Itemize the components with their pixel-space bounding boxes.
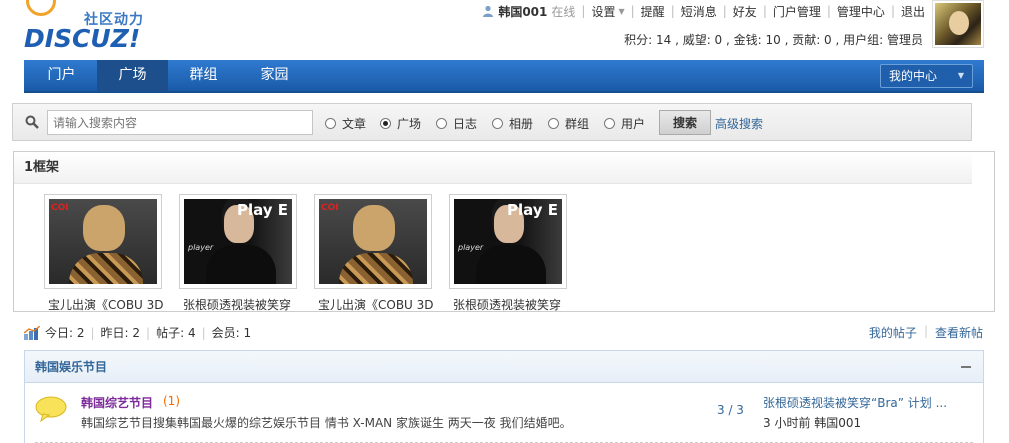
photo-image: COI	[49, 199, 157, 284]
radio-button[interactable]	[604, 118, 615, 129]
frame-caption[interactable]: 张根硕透视装被笑穿	[183, 296, 313, 313]
stat-members: 会员: 1	[211, 326, 252, 340]
quick-links: 我的帖子 | 查看新帖	[868, 324, 983, 341]
search-bar: 文章 广场 日志 相册 群组 用户 搜索 高级搜索	[12, 103, 972, 141]
avatar-image	[935, 3, 981, 45]
logo-text: DISCUZ!	[24, 24, 141, 53]
category-header: 韩国娱乐节目	[25, 351, 983, 383]
stat-posts: 帖子: 4	[156, 326, 196, 340]
last-post-meta[interactable]: 3 小时前 韩国001	[763, 414, 861, 431]
search-option-blog[interactable]: 日志	[436, 115, 477, 132]
reminder-link[interactable]: 提醒	[641, 3, 665, 20]
tab-portal[interactable]: 门户	[26, 60, 97, 91]
radio-button-selected[interactable]	[380, 118, 391, 129]
my-posts-link[interactable]: 我的帖子	[869, 324, 917, 341]
search-option-user[interactable]: 用户	[604, 115, 645, 132]
search-option-group[interactable]: 群组	[548, 115, 589, 132]
logo-bubble-icon	[26, 0, 56, 16]
frame-thumbnail[interactable]: Play Eplayer	[449, 194, 567, 289]
user-credits[interactable]: 积分: 14 , 威望: 0 , 金钱: 10 , 贡献: 0 , 用户组: 管…	[624, 31, 923, 48]
photo-image: Play Eplayer	[184, 199, 292, 284]
photo-image: COI	[319, 199, 427, 284]
forum-description: 韩国综艺节目搜集韩国最火爆的综艺娱乐节目 情书 X-MAN 家族诞生 两天一夜 …	[81, 416, 572, 430]
frame-caption[interactable]: 宝儿出演《COBU 3D	[318, 296, 448, 313]
frame-thumbnail[interactable]: COI	[314, 194, 432, 289]
messages-link[interactable]: 短消息	[681, 3, 717, 20]
search-option-album[interactable]: 相册	[492, 115, 533, 132]
my-center-label: 我的中心	[889, 69, 938, 83]
radio-button[interactable]	[492, 118, 503, 129]
forum-name-link[interactable]: 韩国综艺节目	[81, 394, 153, 411]
frame-thumbnail[interactable]: COI	[44, 194, 162, 289]
forum-row: 韩国综艺节目 (1) 韩国综艺节目搜集韩国最火爆的综艺娱乐节目 情书 X-MAN…	[25, 383, 983, 443]
stat-today: 今日: 2	[45, 326, 85, 340]
logout-link[interactable]: 退出	[901, 3, 925, 20]
new-posts-link[interactable]: 查看新帖	[935, 324, 983, 341]
frame-block: 1框架 COI 宝儿出演《COBU 3D Play Eplayer 张根硕透视装…	[13, 151, 995, 312]
speech-bubble-icon	[35, 396, 67, 422]
frame-caption[interactable]: 宝儿出演《COBU 3D	[48, 296, 178, 313]
my-center-dropdown[interactable]: 我的中心 ▼	[880, 64, 973, 88]
collapse-icon[interactable]	[961, 366, 971, 368]
advanced-search-link[interactable]: 高级搜索	[715, 115, 763, 132]
tab-home[interactable]: 家园	[239, 60, 310, 91]
forum-stats: 今日: 2 | 昨日: 2 | 帖子: 4 | 会员: 1	[24, 324, 251, 341]
forum-today-count: (1)	[163, 394, 180, 408]
radio-button[interactable]	[548, 118, 559, 129]
settings-link[interactable]: 设置	[591, 3, 615, 20]
frame-thumbnail[interactable]: Play Eplayer	[179, 194, 297, 289]
photo-image: Play Eplayer	[454, 199, 562, 284]
frame-title: 1框架	[14, 152, 972, 184]
frame-caption[interactable]: 张根硕透视装被笑穿	[453, 296, 583, 313]
chevron-down-icon: ▼	[957, 71, 964, 80]
tab-square[interactable]: 广场	[97, 60, 168, 91]
online-status: 在线	[551, 4, 576, 19]
stat-yesterday: 昨日: 2	[100, 326, 141, 340]
forum-category: 韩国娱乐节目 韩国综艺节目 (1) 韩国综艺节目搜集韩国最火爆的综艺娱乐节目 情…	[24, 350, 984, 443]
search-option-square[interactable]: 广场	[380, 115, 421, 132]
category-title[interactable]: 韩国娱乐节目	[35, 360, 107, 374]
admin-center-link[interactable]: 管理中心	[837, 3, 885, 20]
last-post-link[interactable]: 张根硕透视装被笑穿“Bra” 计划 ...	[763, 394, 947, 411]
tab-groups[interactable]: 群组	[168, 60, 239, 91]
site-logo[interactable]: 社区动力 DISCUZ!	[24, 0, 164, 56]
forum-threads-posts: 3 / 3	[717, 403, 744, 417]
search-button[interactable]: 搜索	[659, 110, 711, 135]
main-nav: 门户 广场 群组 家园 我的中心 ▼	[24, 60, 984, 93]
portal-admin-link[interactable]: 门户管理	[773, 3, 821, 20]
user-icon	[483, 5, 494, 17]
radio-button[interactable]	[325, 118, 336, 129]
avatar[interactable]	[932, 0, 984, 48]
chart-icon	[24, 325, 40, 340]
username-link[interactable]: 韩国001	[498, 3, 547, 20]
user-bar: 韩国001 在线 | 设置 ▼ | 提醒 | 短消息 | 好友 | 门户管理 |…	[482, 2, 925, 20]
search-icon	[25, 115, 39, 129]
search-input[interactable]	[47, 110, 313, 135]
chevron-down-icon: ▼	[618, 6, 625, 16]
radio-button[interactable]	[436, 118, 447, 129]
search-option-article[interactable]: 文章	[325, 115, 366, 132]
friends-link[interactable]: 好友	[733, 3, 757, 20]
